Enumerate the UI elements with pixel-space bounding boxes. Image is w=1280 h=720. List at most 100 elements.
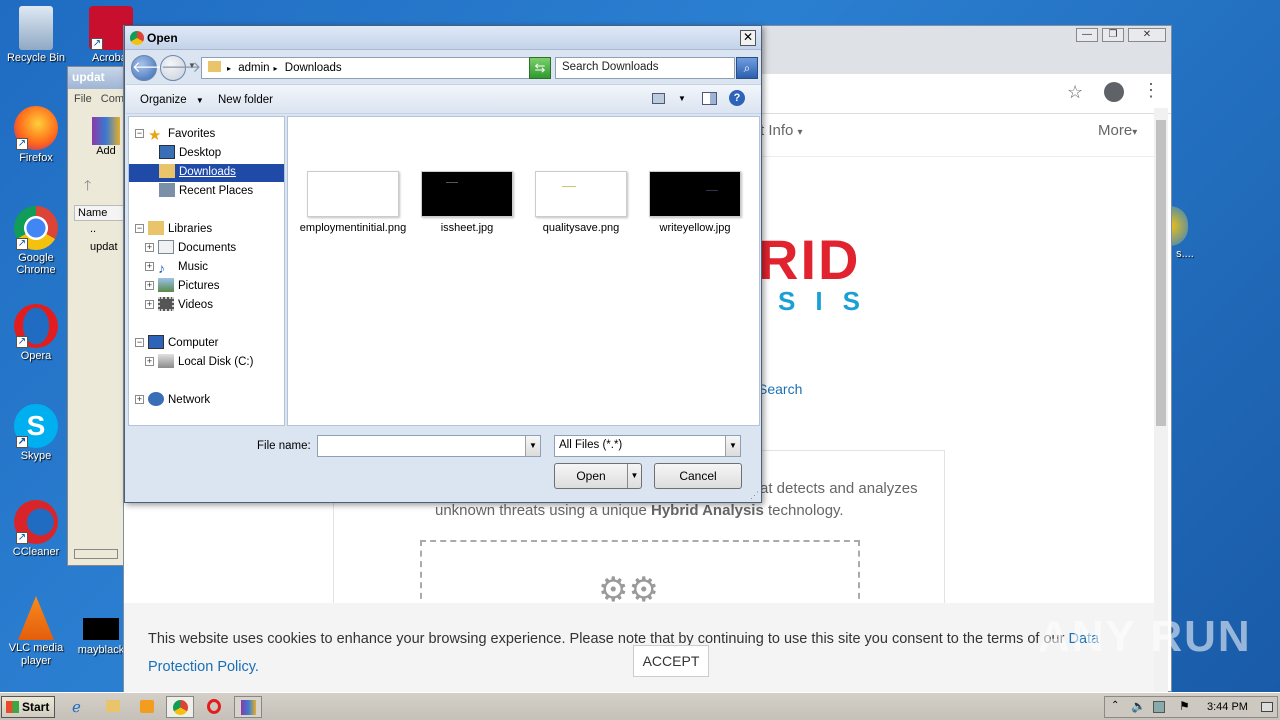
- file-item[interactable]: qualitysave.png: [526, 171, 636, 234]
- tree-network[interactable]: + Network: [135, 392, 210, 410]
- tree-documents[interactable]: + Documents: [145, 240, 236, 258]
- collapse-icon[interactable]: −: [135, 129, 144, 138]
- new-folder-button[interactable]: New folder: [218, 94, 273, 106]
- tree-label: Network: [168, 394, 211, 406]
- desktop-icon-vlc[interactable]: VLC media player: [0, 596, 72, 668]
- tree-music[interactable]: + ♪ Music: [145, 259, 208, 277]
- file-item[interactable]: issheet.jpg: [412, 171, 522, 234]
- desktop-icon-skype[interactable]: S ↗ Skype: [0, 404, 72, 462]
- folder-icon: [208, 61, 221, 72]
- breadcrumb-downloads[interactable]: Downloads: [285, 62, 342, 74]
- chevron-down-icon[interactable]: ▼: [678, 94, 686, 103]
- expand-icon[interactable]: +: [135, 395, 144, 404]
- tree-desktop[interactable]: Desktop: [159, 145, 221, 163]
- taskbar-media-player-icon[interactable]: [134, 696, 162, 718]
- winrar-row-file[interactable]: updat: [90, 241, 118, 253]
- tree-favorites[interactable]: − ★ Favorites: [135, 126, 215, 144]
- hybrid-analysis-logo: RID SIS: [758, 232, 880, 315]
- star-icon: ★: [148, 127, 162, 144]
- desktop-icon-recycle-bin[interactable]: Recycle Bin: [0, 6, 72, 64]
- expand-icon[interactable]: +: [145, 243, 154, 252]
- search-link-label: Search: [758, 381, 803, 397]
- open-label: Open: [576, 469, 606, 483]
- collapse-icon[interactable]: −: [135, 224, 144, 233]
- preview-pane-icon[interactable]: [702, 92, 717, 105]
- desktop-icon-firefox[interactable]: ↗ Firefox: [0, 106, 72, 164]
- maximize-button[interactable]: ❐: [1102, 28, 1124, 42]
- nav-contact-info[interactable]: t Info ▾: [760, 122, 803, 139]
- file-name-input[interactable]: ▼: [317, 435, 541, 457]
- winrar-row-parent[interactable]: ..: [90, 223, 96, 235]
- bookmark-star-icon[interactable]: ☆: [1067, 82, 1083, 103]
- tree-recent-places[interactable]: Recent Places: [159, 183, 253, 201]
- tray-expand-icon[interactable]: ⌃: [1111, 700, 1119, 711]
- desktop-icon-chrome[interactable]: ↗ Google Chrome: [0, 206, 72, 276]
- taskbar-chrome-icon[interactable]: [166, 696, 194, 718]
- downloads-folder-icon: [159, 164, 175, 178]
- tree-label: Downloads: [179, 166, 236, 178]
- tree-computer[interactable]: − Computer: [135, 335, 219, 353]
- expand-icon[interactable]: +: [145, 357, 154, 366]
- profile-icon[interactable]: [1104, 82, 1124, 102]
- network-tray-icon[interactable]: [1153, 701, 1165, 713]
- desktop-icon-label: Firefox: [19, 152, 53, 164]
- chevron-down-icon[interactable]: ▼: [525, 436, 540, 456]
- action-center-icon[interactable]: ⚑: [1179, 699, 1190, 713]
- taskbar-winrar-icon[interactable]: [234, 696, 262, 718]
- tree-downloads[interactable]: Downloads: [129, 164, 284, 182]
- close-icon[interactable]: ✕: [740, 30, 756, 46]
- view-icon[interactable]: [652, 93, 665, 104]
- winrar-menu-file[interactable]: File: [74, 93, 92, 105]
- breadcrumb[interactable]: ▸ admin▸ Downloads ▼: [201, 57, 551, 79]
- expand-icon[interactable]: +: [145, 262, 154, 271]
- breadcrumb-admin[interactable]: admin: [238, 62, 269, 74]
- winrar-up-icon[interactable]: 🡑: [84, 175, 91, 199]
- split-dropdown-icon[interactable]: ▼: [627, 464, 641, 488]
- scrollbar-thumb[interactable]: [1156, 120, 1166, 426]
- desktop-icon-partial[interactable]: s....: [1170, 206, 1200, 260]
- help-icon[interactable]: ?: [729, 90, 745, 106]
- expand-icon[interactable]: +: [145, 281, 154, 290]
- desktop-icon-mayblack[interactable]: mayblack: [76, 618, 126, 656]
- refresh-icon[interactable]: ⇆: [529, 57, 551, 79]
- search-input[interactable]: Search Downloads: [555, 57, 735, 79]
- tree-local-disk[interactable]: + Local Disk (C:): [145, 354, 253, 372]
- tree-libraries[interactable]: − Libraries: [135, 221, 212, 239]
- taskbar-opera-icon[interactable]: [200, 696, 228, 718]
- page-scrollbar[interactable]: [1154, 108, 1168, 692]
- chevron-down-icon[interactable]: ▼: [725, 436, 740, 456]
- cancel-button[interactable]: Cancel: [654, 463, 742, 489]
- taskbar-explorer-icon[interactable]: [100, 696, 128, 718]
- taskbar: Start ℯ ⌃ 🔈 ⚑ 3:44 PM: [0, 692, 1280, 720]
- organize-button[interactable]: Organize ▼: [140, 94, 204, 106]
- speaker-icon[interactable]: 🔈: [1131, 699, 1146, 713]
- taskbar-ie-icon[interactable]: ℯ: [66, 696, 94, 718]
- collapse-icon[interactable]: −: [135, 338, 144, 347]
- desktop-icon-opera[interactable]: ↗ Opera: [0, 304, 72, 362]
- accept-button[interactable]: ACCEPT: [633, 645, 709, 677]
- desktop-icon-ccleaner[interactable]: ↗ CCleaner: [0, 500, 72, 558]
- file-type-select[interactable]: All Files (*.*) ▼: [554, 435, 741, 457]
- tree-videos[interactable]: + Videos: [145, 297, 213, 315]
- forward-button[interactable]: 🡒: [160, 55, 201, 81]
- recent-locations-icon[interactable]: ▼: [188, 61, 196, 70]
- search-icon[interactable]: ⌕: [736, 57, 758, 79]
- back-button[interactable]: 🡐: [131, 55, 172, 81]
- winrar-menu-commands[interactable]: Com: [101, 93, 124, 105]
- chrome-menu-icon[interactable]: ⋮: [1142, 80, 1160, 101]
- search-link[interactable]: ​Search: [758, 381, 802, 397]
- expand-icon[interactable]: +: [145, 300, 154, 309]
- winrar-add-button[interactable]: Add: [88, 117, 124, 157]
- open-button[interactable]: Open ▼: [554, 463, 642, 489]
- start-button[interactable]: Start: [1, 696, 55, 718]
- file-item[interactable]: writeyellow.jpg: [640, 171, 750, 234]
- clock[interactable]: 3:44 PM: [1207, 701, 1248, 713]
- minimize-button[interactable]: —: [1076, 28, 1098, 42]
- show-desktop-button[interactable]: [1261, 702, 1273, 712]
- desktop-icon-label: Skype: [20, 450, 52, 462]
- tree-pictures[interactable]: + Pictures: [145, 278, 220, 296]
- file-item[interactable]: employmentinitial.png: [298, 171, 408, 234]
- close-window-button[interactable]: ✕: [1128, 28, 1166, 42]
- nav-more[interactable]: More▾: [1098, 122, 1137, 139]
- resize-grip-icon[interactable]: ⋰: [750, 490, 759, 501]
